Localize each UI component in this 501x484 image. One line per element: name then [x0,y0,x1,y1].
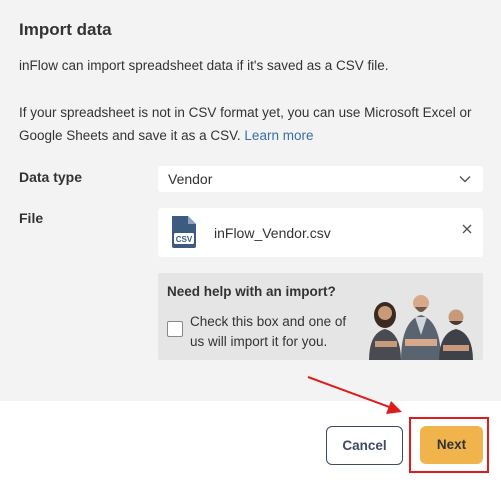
chevron-down-icon [459,176,471,183]
csv-icon-text: CSV [176,235,193,244]
close-icon[interactable] [461,223,473,235]
intro-text: inFlow can import spreadsheet data if it… [19,58,389,73]
file-box: CSV inFlow_Vendor.csv [158,208,483,257]
data-type-select[interactable]: Vendor [158,166,483,192]
help-checkbox[interactable] [167,321,183,337]
csv-file-icon: CSV [172,216,196,248]
data-type-value: Vendor [168,171,213,187]
support-team-photo [369,295,473,360]
import-panel: Import data inFlow can import spreadshee… [0,0,501,401]
import-help-box: Need help with an import? Check this box… [158,273,483,360]
dialog-title: Import data [19,20,112,39]
file-label: File [19,210,44,226]
file-name: inFlow_Vendor.csv [214,225,331,241]
help-title: Need help with an import? [167,284,336,299]
cancel-button[interactable]: Cancel [326,426,403,465]
data-type-label: Data type [19,169,83,185]
info-paragraph: If your spreadsheet is not in CSV format… [19,101,494,147]
next-highlight-box [409,417,489,473]
help-checkbox-label: Check this box and one of us will import… [190,314,347,349]
learn-more-link[interactable]: Learn more [244,128,313,143]
